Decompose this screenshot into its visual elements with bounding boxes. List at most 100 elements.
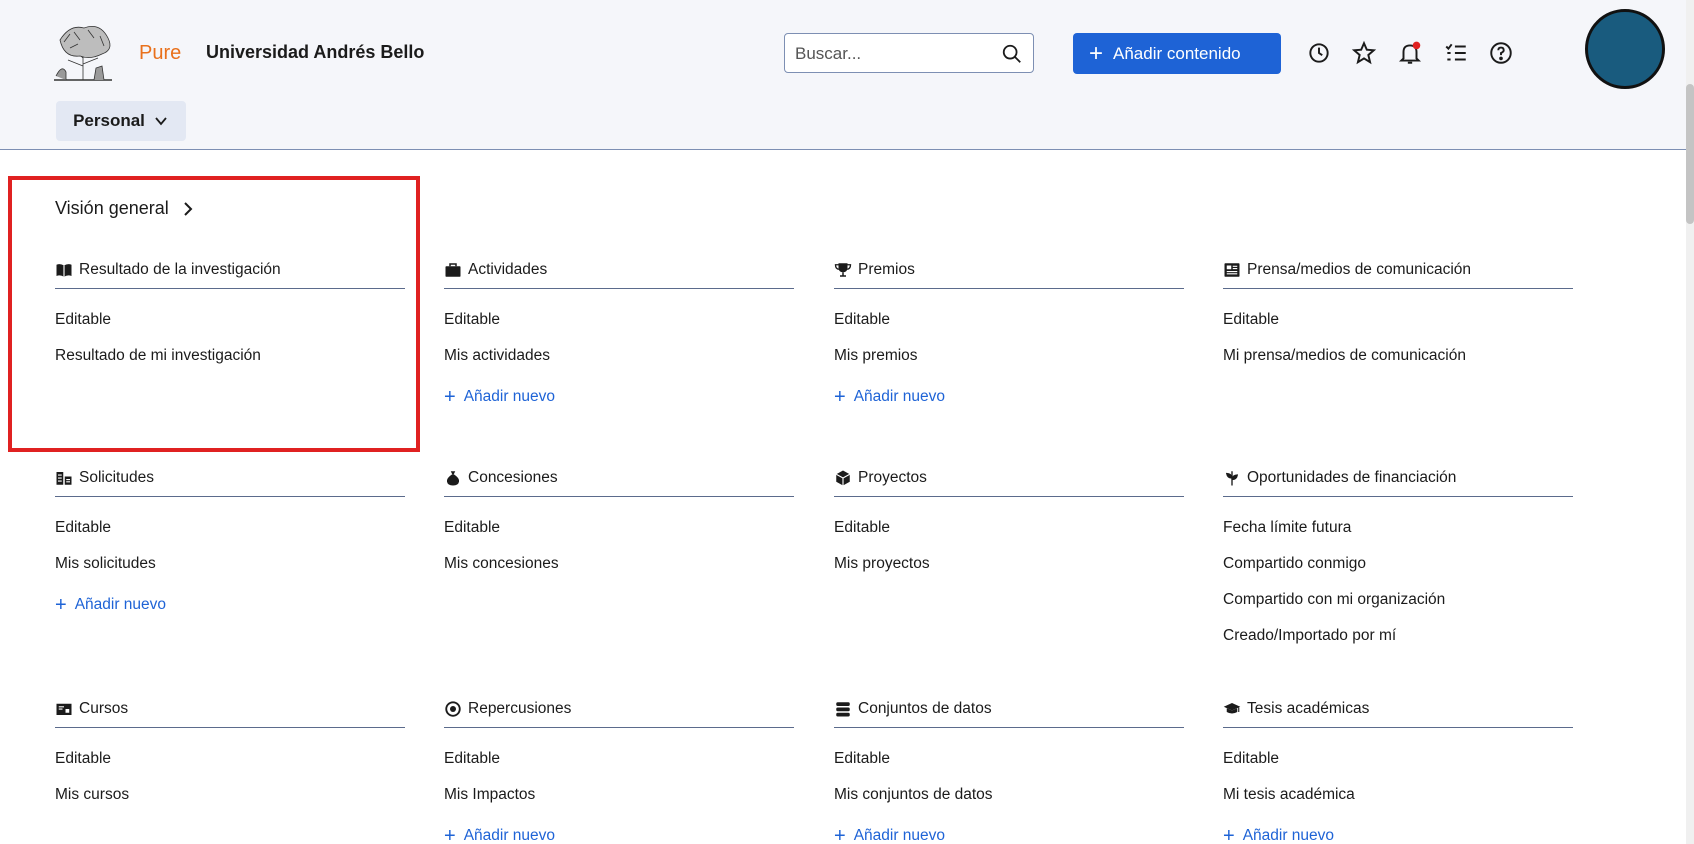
scrollbar-thumb[interactable]	[1686, 84, 1694, 224]
link-my-courses[interactable]: Mis cursos	[55, 786, 405, 804]
add-new-label: Añadir nuevo	[1242, 827, 1335, 844]
target-icon	[445, 700, 461, 717]
link-created-by-me[interactable]: Creado/Importado por mí	[1223, 627, 1573, 645]
section-press-media: Prensa/medios de comunicación Editable M…	[1223, 255, 1573, 365]
help-icon[interactable]	[1488, 40, 1514, 66]
add-new-link[interactable]: + Añadir nuevo	[834, 826, 1184, 844]
section-header: Tesis académicas	[1223, 694, 1573, 728]
elsevier-logo[interactable]	[50, 20, 116, 84]
section-research-output: Resultado de la investigación Editable R…	[55, 255, 405, 365]
chevron-down-icon	[155, 117, 167, 126]
section-title: Cursos	[79, 699, 129, 717]
link-editable[interactable]: Editable	[55, 750, 405, 768]
link-my-research-output[interactable]: Resultado de mi investigación	[55, 347, 405, 365]
newspaper-icon	[1224, 262, 1240, 277]
section-header: Actividades	[444, 255, 794, 289]
chevron-right-icon	[184, 201, 193, 216]
sprout-icon	[1225, 470, 1239, 485]
graduation-cap-icon	[1223, 702, 1241, 713]
link-editable[interactable]: Editable	[444, 750, 794, 768]
link-my-awards[interactable]: Mis premios	[834, 347, 1184, 365]
link-future-deadline[interactable]: Fecha límite futura	[1223, 519, 1573, 537]
link-editable[interactable]: Editable	[1223, 311, 1573, 329]
organization-name: Universidad Andrés Bello	[206, 42, 425, 62]
link-editable[interactable]: Editable	[444, 311, 794, 329]
search-icon[interactable]	[1001, 43, 1023, 65]
history-icon[interactable]	[1306, 40, 1332, 66]
section-courses: Cursos Editable Mis cursos	[55, 694, 405, 804]
link-my-grants[interactable]: Mis concesiones	[444, 555, 794, 573]
plus-icon: +	[834, 825, 846, 844]
add-content-button[interactable]: + Añadir contenido	[1073, 33, 1281, 74]
section-header: Conjuntos de datos	[834, 694, 1184, 728]
money-bag-icon	[446, 470, 460, 485]
section-title: Resultado de la investigación	[79, 260, 281, 278]
link-my-datasets[interactable]: Mis conjuntos de datos	[834, 786, 1184, 804]
section-header: Resultado de la investigación	[55, 255, 405, 289]
add-new-label: Añadir nuevo	[853, 827, 946, 844]
section-awards-grants: Concesiones Editable Mis concesiones	[444, 463, 794, 573]
database-icon	[836, 701, 850, 716]
link-editable[interactable]: Editable	[55, 519, 405, 537]
section-header: Premios	[834, 255, 1184, 289]
book-icon	[56, 263, 72, 277]
section-funding-opportunities: Oportunidades de financiación Fecha lími…	[1223, 463, 1573, 645]
section-title: Actividades	[468, 260, 548, 278]
link-editable[interactable]: Editable	[55, 311, 405, 329]
search-box	[784, 33, 1034, 73]
link-shared-with-me[interactable]: Compartido conmigo	[1223, 555, 1573, 573]
tab-personal-label: Personal	[73, 111, 145, 130]
section-activities: Actividades Editable Mis actividades + Añ…	[444, 255, 794, 407]
add-new-link[interactable]: + Añadir nuevo	[1223, 826, 1573, 844]
link-editable[interactable]: Editable	[444, 519, 794, 537]
link-my-impacts[interactable]: Mis Impactos	[444, 786, 794, 804]
section-theses: Tesis académicas Editable Mi tesis acadé…	[1223, 694, 1573, 844]
link-editable[interactable]: Editable	[834, 519, 1184, 537]
overview-link[interactable]: Visión general	[55, 198, 195, 219]
user-avatar[interactable]	[1585, 9, 1665, 89]
bell-icon[interactable]	[1397, 40, 1423, 66]
section-header: Concesiones	[444, 463, 794, 497]
add-new-link[interactable]: + Añadir nuevo	[834, 387, 1184, 407]
applications-icon	[56, 471, 72, 485]
add-new-label: Añadir nuevo	[463, 827, 556, 844]
section-title: Prensa/medios de comunicación	[1247, 260, 1472, 278]
link-editable[interactable]: Editable	[1223, 750, 1573, 768]
star-icon[interactable]	[1351, 40, 1377, 66]
add-new-link[interactable]: + Añadir nuevo	[444, 826, 794, 844]
section-title: Concesiones	[468, 468, 558, 486]
cube-icon	[835, 470, 851, 485]
link-my-applications[interactable]: Mis solicitudes	[55, 555, 405, 573]
scrollbar[interactable]	[1686, 0, 1694, 844]
product-name: Pure	[139, 42, 182, 64]
section-header: Proyectos	[834, 463, 1184, 497]
section-applications: Solicitudes Editable Mis solicitudes + Añ…	[55, 463, 405, 615]
add-content-label: Añadir contenido	[1113, 43, 1241, 63]
section-header: Repercusiones	[444, 694, 794, 728]
section-header: Oportunidades de financiación	[1223, 463, 1573, 497]
link-shared-with-organization[interactable]: Compartido con mi organización	[1223, 591, 1573, 609]
plus-icon: +	[444, 386, 456, 408]
link-my-activities[interactable]: Mis actividades	[444, 347, 794, 365]
link-my-projects[interactable]: Mis proyectos	[834, 555, 1184, 573]
plus-icon: +	[834, 386, 846, 408]
header: Pure Universidad Andrés Bello + Añadir c…	[0, 0, 1694, 150]
add-new-link[interactable]: + Añadir nuevo	[55, 595, 405, 615]
link-my-thesis[interactable]: Mi tesis académica	[1223, 786, 1573, 804]
add-new-link[interactable]: + Añadir nuevo	[444, 387, 794, 407]
section-title: Repercusiones	[468, 699, 572, 717]
trophy-icon	[834, 262, 852, 277]
tab-personal[interactable]: Personal	[56, 101, 186, 141]
link-editable[interactable]: Editable	[834, 750, 1184, 768]
link-my-press-media[interactable]: Mi prensa/medios de comunicación	[1223, 347, 1573, 365]
tasks-icon[interactable]	[1443, 40, 1469, 66]
section-impacts: Repercusiones Editable Mis Impactos + Aña…	[444, 694, 794, 844]
course-icon	[56, 703, 72, 715]
section-title: Solicitudes	[79, 468, 154, 486]
section-title: Tesis académicas	[1247, 699, 1370, 717]
briefcase-icon	[445, 262, 461, 277]
link-editable[interactable]: Editable	[834, 311, 1184, 329]
section-header: Prensa/medios de comunicación	[1223, 255, 1573, 289]
plus-icon: +	[1089, 39, 1104, 67]
search-input[interactable]	[795, 41, 995, 67]
